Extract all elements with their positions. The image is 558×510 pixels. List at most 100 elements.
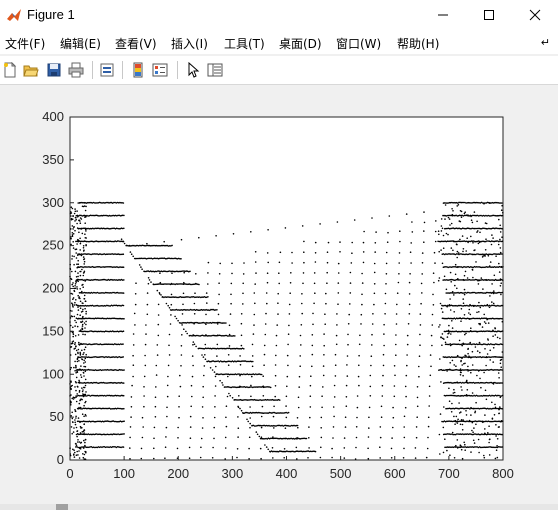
scatter-point [77,334,80,336]
scatter-point [351,241,354,244]
scatter-point [193,343,196,346]
scatter-point [73,449,75,452]
scatter-point [200,437,203,440]
scatter-point [264,444,266,446]
scatter-point [71,207,74,210]
scatter-point [204,358,207,361]
scatter-point [314,292,316,294]
scatter-point [361,272,363,275]
scatter-point [182,303,184,306]
scatter-point [153,447,155,450]
scatter-point [477,242,480,245]
menu-edit[interactable]: 编辑(E) [60,35,101,52]
scatter-point [75,366,77,369]
scatter-point [308,426,310,428]
scatter-point [311,365,313,368]
y-tick-label: 200 [42,281,64,296]
edit-plot-button[interactable] [183,60,203,80]
scatter-point [242,282,244,285]
scatter-point [134,293,137,295]
scatter-point [447,332,449,335]
scatter-point [295,446,298,449]
menu-desktop[interactable]: 桌面(D) [279,35,322,52]
scatter-point [456,256,459,259]
scatter-point [230,282,233,285]
scatter-point [81,320,84,323]
menu-insert[interactable]: 插入(I) [171,35,208,52]
scatter-point [370,364,372,367]
property-inspector-button[interactable] [205,60,225,80]
minimize-button[interactable] [420,0,466,30]
scatter-point [462,250,464,253]
scatter-point [446,305,449,308]
scatter-point [83,453,86,456]
scatter-point [81,323,84,326]
scatter-point [150,281,152,283]
scroll-handle[interactable] [56,504,68,510]
menu-view[interactable]: 查看(V) [115,35,157,52]
maximize-button[interactable] [466,0,512,30]
scatter-point [77,306,79,308]
scatter-point [498,271,501,273]
scatter-point [76,435,78,438]
new-figure-button[interactable] [0,60,20,80]
scatter-point [70,380,72,383]
link-plot-button[interactable] [97,60,117,80]
scatter-point [398,273,400,275]
scatter-point [183,281,185,284]
close-button[interactable] [512,0,558,30]
scatter-point [447,329,450,332]
scatter-point [369,374,372,377]
scatter-point [79,300,82,303]
scatter-point [337,292,340,294]
scatter-point [449,271,452,274]
menu-file[interactable]: 文件(F) [5,35,45,52]
insert-colorbar-button[interactable] [128,60,148,80]
scatter-point [498,262,500,265]
scatter-point [170,303,173,306]
scatter-point [492,237,494,239]
scatter-point [216,323,219,325]
scatter-point [461,235,464,237]
scatter-point [465,410,467,412]
scatter-point [79,297,81,300]
scatter-point [75,349,78,352]
open-file-button[interactable] [21,60,41,80]
scatter-point [168,307,171,309]
scatter-point [496,445,498,447]
scatter-point [243,348,245,350]
expand-arrow-icon[interactable]: ↵ [541,36,550,49]
scatter-point [369,385,372,388]
scatter-point [471,221,474,224]
scatter-point [84,370,87,373]
scatter-point [489,261,492,263]
y-tick-label: 0 [57,452,64,467]
scatter-point [485,238,487,240]
scatter-point [287,333,290,335]
scatter-plot-axes[interactable]: 0 100 200 300 400 500 600 700 800 0 50 100 150 200 250… [0,85,558,504]
scatter-point [453,391,456,394]
scatter-point [77,348,80,351]
scatter-point [78,379,80,382]
scatter-point [363,230,365,233]
scatter-point [81,325,84,327]
scatter-point [170,293,173,296]
menu-help[interactable]: 帮助(H) [397,35,439,52]
y-tick-label: 100 [42,366,64,381]
menu-tools[interactable]: 工具(T) [224,35,265,52]
scatter-point [373,262,376,265]
insert-legend-button[interactable] [150,60,170,80]
scatter-point [473,211,476,213]
scatter-point [459,374,462,376]
scatter-point [409,273,411,275]
scatter-point [405,395,407,398]
scatter-point [333,415,335,418]
scatter-point [74,270,77,273]
scatter-point [83,298,85,300]
menu-window[interactable]: 窗口(W) [336,35,381,52]
print-button[interactable] [66,60,86,80]
scatter-point [74,421,76,424]
scatter-point [71,341,74,343]
scatter-point [153,437,155,440]
save-button[interactable] [44,60,64,80]
